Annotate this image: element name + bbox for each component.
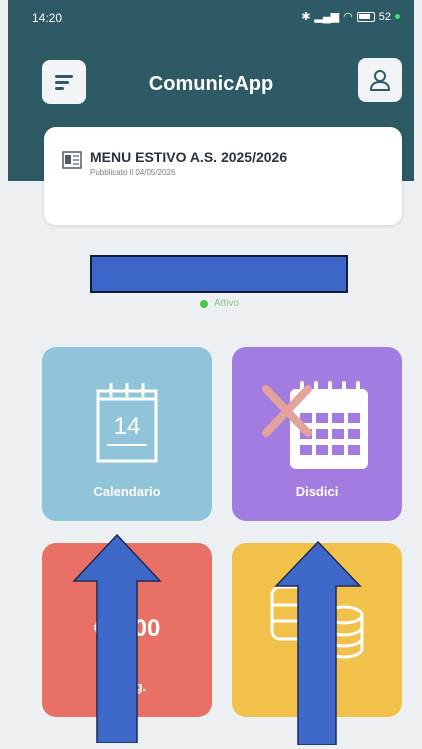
tile-disdici[interactable]: Disdici bbox=[232, 347, 402, 521]
status-icons: ✱ ▂▄▆ ◠ 52 bbox=[301, 10, 400, 23]
notification-dot-icon bbox=[395, 14, 400, 19]
app-title: ComunicApp bbox=[148, 73, 274, 95]
notice-date: Pubblicato il 04/05/2026 bbox=[90, 168, 176, 177]
signal-icon: ▂▄▆ bbox=[314, 11, 340, 23]
notice-title: MENU ESTIVO A.S. 2025/2026 bbox=[90, 149, 288, 165]
battery-icon bbox=[356, 11, 375, 22]
tile-calendario[interactable]: 14 Calendario bbox=[42, 347, 212, 521]
annotation-arrow-right bbox=[274, 540, 362, 745]
status-bar: 14:20 ✱ ▂▄▆ ◠ 52 bbox=[8, 0, 414, 36]
battery-level: 52 bbox=[378, 10, 391, 23]
calendar-cancel-icon bbox=[262, 381, 368, 469]
bluetooth-icon: ✱ bbox=[301, 11, 311, 23]
tile-disdici-label: Disdici bbox=[295, 484, 339, 499]
account-status: Attivo bbox=[200, 298, 239, 309]
status-time: 14:20 bbox=[32, 11, 63, 25]
user-icon bbox=[370, 70, 390, 91]
calendar-day: 14 bbox=[113, 413, 141, 440]
status-dot-icon bbox=[200, 299, 208, 308]
document-icon bbox=[62, 151, 82, 169]
notice-card[interactable]: MENU ESTIVO A.S. 2025/2026 Pubblicato il… bbox=[44, 127, 402, 225]
redacted-name-bar bbox=[90, 255, 348, 293]
annotation-arrow-left bbox=[72, 533, 162, 743]
profile-button[interactable] bbox=[358, 58, 402, 102]
tile-calendario-label: Calendario bbox=[93, 484, 161, 499]
status-text: Attivo bbox=[214, 298, 240, 309]
wifi-icon: ◠ bbox=[343, 11, 353, 23]
